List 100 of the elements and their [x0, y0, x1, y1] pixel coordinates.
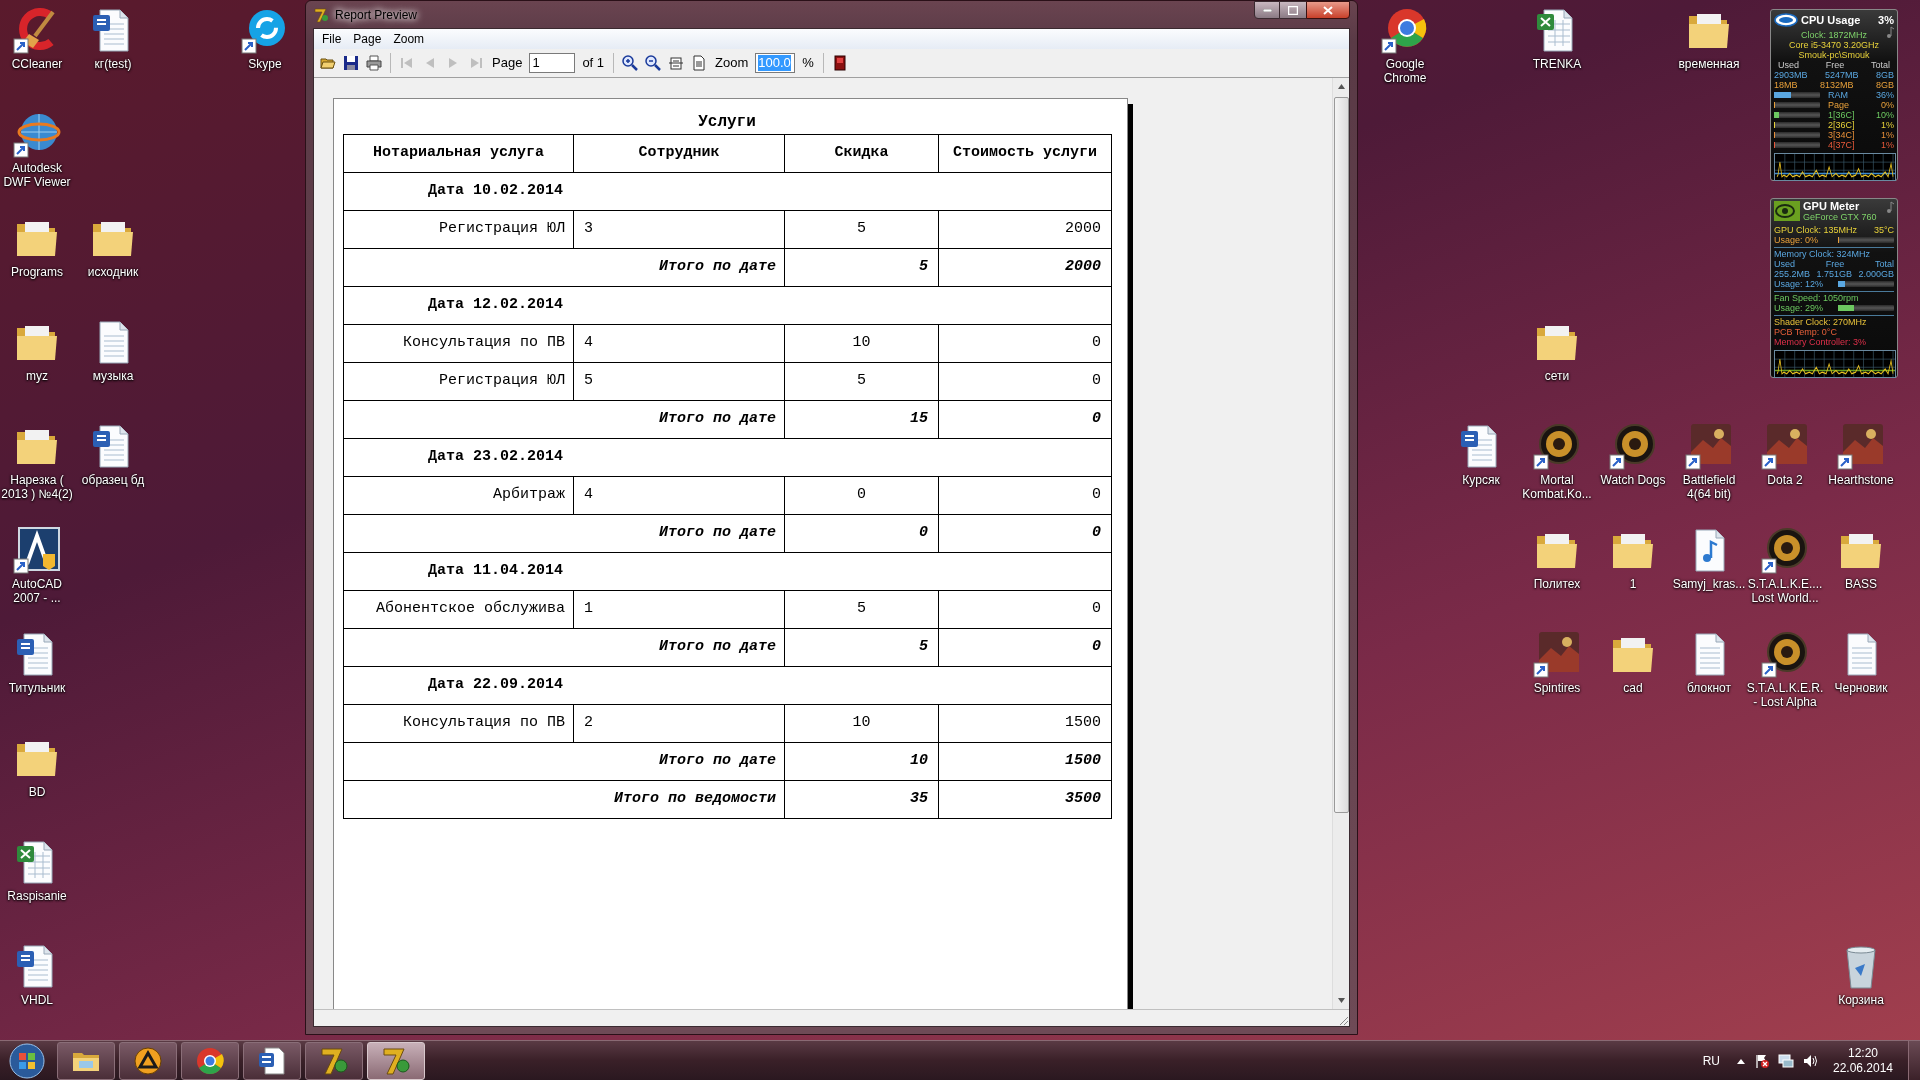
desktop-icon-label[interactable]: Mortal Kombat.Ko... — [1517, 473, 1597, 501]
subtotal-label: Итого по дате — [343, 742, 785, 781]
column-header: Нотариальная услуга — [343, 134, 574, 173]
game-icon[interactable] — [1761, 630, 1809, 678]
game-icon[interactable] — [1685, 422, 1733, 470]
exit-door-icon — [831, 55, 848, 71]
toolbar-input-field[interactable]: 1 — [529, 53, 576, 73]
desktop-icon-label[interactable]: 1 — [1629, 577, 1637, 591]
resize-grip-icon[interactable] — [1337, 1014, 1349, 1026]
table-cell: 4 — [573, 476, 785, 515]
desktop-icon-label[interactable]: Spintires — [1533, 681, 1581, 695]
desktop-icon-label[interactable]: Hearthstone — [1828, 473, 1894, 487]
close-button[interactable] — [1306, 1, 1350, 19]
menu-item[interactable]: Page — [347, 30, 388, 48]
widget-text: Used — [1774, 259, 1795, 269]
toolbar-label: Zoom — [714, 54, 750, 73]
table-cell: 5 — [784, 628, 939, 667]
taskbar-button[interactable] — [119, 1041, 177, 1080]
taskbar-button[interactable] — [305, 1041, 363, 1080]
flag-icon[interactable] — [1754, 1052, 1770, 1069]
desktop-icon-label[interactable]: BD — [28, 785, 46, 799]
gpu-model: GeForce GTX 760 — [1803, 212, 1877, 222]
desktop-icon-label[interactable]: Skype — [248, 57, 282, 71]
network-icon[interactable] — [1778, 1052, 1794, 1069]
menu-item[interactable]: File — [316, 30, 348, 48]
table-cell: 10 — [784, 704, 939, 743]
desktop-icon-label[interactable]: S.T.A.L.K.E.R. - Lost Alpha — [1745, 681, 1825, 709]
meter-label: 4[37C] — [1828, 140, 1855, 150]
desktop-icon-label[interactable]: музыка — [92, 369, 134, 383]
game-icon[interactable] — [1533, 422, 1581, 470]
widget-text: Clock: 1872MHz — [1800, 30, 1868, 40]
table-cell: 35 — [784, 780, 939, 819]
desktop-icon-label[interactable]: Google Chrome — [1365, 57, 1445, 85]
vertical-scrollbar[interactable] — [1332, 78, 1349, 1009]
desktop-icon-label[interactable]: Dota 2 — [1767, 473, 1803, 487]
widget-text: GPU Clock: 135MHz — [1774, 225, 1858, 235]
minimize-button[interactable] — [1254, 1, 1280, 19]
desktop-icon-label[interactable]: сети — [1544, 369, 1570, 383]
game-icon[interactable] — [1533, 630, 1581, 678]
desktop-icon-label[interactable]: AutoCAD 2007 - ... — [0, 577, 77, 605]
maximize-button[interactable] — [1280, 1, 1306, 19]
desktop-icon-label[interactable]: Autodesk DWF Viewer — [0, 161, 77, 189]
desktop-icon-label[interactable]: TRENKA — [1532, 57, 1582, 71]
desktop-icon-label[interactable]: Samyj_kras... — [1672, 577, 1746, 591]
desktop-icon-label[interactable]: Политех — [1533, 577, 1581, 591]
desktop-icon-label[interactable]: Курсяк — [1462, 473, 1500, 487]
desktop-icon-label[interactable]: cad — [1623, 681, 1643, 695]
game-icon[interactable] — [1761, 526, 1809, 574]
scrollbar-thumb[interactable] — [1333, 97, 1349, 813]
browser-icon[interactable] — [1381, 6, 1429, 54]
eye-logo-icon — [1774, 201, 1800, 221]
column-header: Сотрудник — [573, 134, 785, 173]
widget-text: Core i5-3470 3.20GHz — [1787, 40, 1881, 50]
game-icon[interactable] — [1609, 422, 1657, 470]
table-cell: 1 — [573, 590, 785, 629]
table-cell: 5 — [784, 362, 939, 401]
desktop-icon-label[interactable]: BASS — [1845, 577, 1877, 591]
language-indicator[interactable]: RU — [1702, 1051, 1720, 1070]
desktop-icon-label[interactable]: Battlefield 4(64 bit) — [1669, 473, 1749, 501]
menu-item[interactable]: Zoom — [387, 30, 431, 48]
desktop-icon-label[interactable]: Programs — [11, 265, 63, 279]
meter-value: 1% — [1881, 120, 1894, 130]
desktop-icon-label[interactable]: временная — [1678, 57, 1740, 71]
music-note-icon[interactable] — [1886, 201, 1894, 213]
subtotal-label: Итого по дате — [343, 248, 785, 287]
desktop-icon-label[interactable]: Raspisanie — [7, 889, 67, 903]
toolbar-label: % — [801, 54, 815, 73]
desktop-icon-label[interactable]: S.T.A.L.K.E.... Lost World... — [1745, 577, 1825, 605]
clock-date[interactable]: 22.06.2014 — [1832, 1060, 1894, 1076]
taskbar-button[interactable] — [181, 1041, 239, 1080]
desktop-icon-label[interactable]: CCleaner — [11, 57, 63, 71]
desktop-icon-label[interactable]: кг(test) — [94, 57, 132, 71]
desktop-icon-label[interactable]: исходник — [87, 265, 139, 279]
table-cell: 5 — [784, 590, 939, 629]
meter-value: 1% — [1881, 140, 1894, 150]
taskbar-button[interactable] — [367, 1041, 425, 1080]
desktop-icon-label[interactable]: Черновик — [1834, 681, 1888, 695]
column-label: Free — [1825, 60, 1845, 70]
table-cell: 4 — [573, 324, 785, 363]
show-desktop-button[interactable] — [1908, 1040, 1920, 1080]
app-icon[interactable] — [13, 526, 61, 574]
desktop-icon-label[interactable]: VHDL — [21, 993, 53, 1007]
column-label: Total — [1870, 60, 1890, 70]
table-cell: 2000 — [938, 248, 1112, 287]
desktop-icon-label[interactable]: Корзина — [1838, 993, 1884, 1007]
game-icon[interactable] — [1837, 422, 1885, 470]
table-cell: 0 — [938, 324, 1112, 363]
clock-time[interactable]: 12:20 — [1848, 1045, 1878, 1061]
game-icon[interactable] — [1761, 422, 1809, 470]
taskbar-button[interactable] — [243, 1041, 301, 1080]
desktop-icon-label[interactable]: Нарезка ( 2013 ) №4(2) — [0, 473, 77, 501]
meter-value: 36% — [1876, 90, 1894, 100]
desktop-icon-label[interactable]: Watch Dogs — [1600, 473, 1666, 487]
taskbar-button[interactable] — [57, 1041, 115, 1080]
desktop-icon-label[interactable]: myz — [26, 369, 48, 383]
desktop-icon-label[interactable]: образец бд — [81, 473, 145, 487]
music-note-icon[interactable] — [1886, 26, 1894, 38]
desktop-icon-label[interactable]: блокнот — [1687, 681, 1731, 695]
desktop-icon-label[interactable]: Титульник — [8, 681, 66, 695]
widget-text: Smouk-pc\Smouk — [1797, 50, 1871, 60]
